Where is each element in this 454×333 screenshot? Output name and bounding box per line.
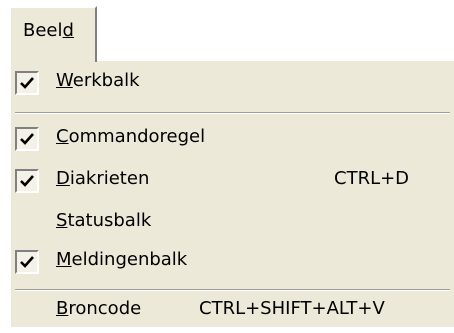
beeld-dropdown-menu: Werkbalk Commandoregel Diakrieten CTRL+D… xyxy=(9,59,454,327)
menu-item-statusbalk[interactable]: Statusbalk xyxy=(11,205,454,245)
checkmark-icon xyxy=(20,133,34,145)
menu-item-shortcut: CTRL+D xyxy=(334,168,410,189)
menu-item-label: Meldingenbalk xyxy=(56,249,188,270)
checkmark-icon xyxy=(20,77,34,89)
menu-item-label: Broncode xyxy=(56,298,142,319)
menu-item-broncode[interactable]: Broncode CTRL+SHIFT+ALT+V xyxy=(11,293,454,333)
checkmark-icon xyxy=(20,175,34,187)
checkbox-commandoregel xyxy=(15,127,39,151)
menu-item-meldingenbalk[interactable]: Meldingenbalk xyxy=(11,244,454,284)
checkbox-meldingenbalk xyxy=(15,250,39,274)
menu-item-label: Statusbalk xyxy=(56,210,152,231)
menu-tab-beeld[interactable]: Beeld xyxy=(9,6,97,62)
menu-separator xyxy=(15,112,450,114)
menu-item-commandoregel[interactable]: Commandoregel xyxy=(11,121,454,161)
menu-item-shortcut: CTRL+SHIFT+ALT+V xyxy=(199,298,385,319)
checkmark-icon xyxy=(20,256,34,268)
menu-item-diakrieten[interactable]: Diakrieten CTRL+D xyxy=(11,163,454,203)
menu-item-label: Commandoregel xyxy=(56,126,206,147)
menu-item-werkbalk[interactable]: Werkbalk xyxy=(11,65,454,105)
checkbox-diakrieten xyxy=(15,169,39,193)
menu-tab-label: Beeld xyxy=(23,20,74,41)
menu-item-label: Diakrieten xyxy=(56,168,150,189)
menu-separator xyxy=(15,289,450,291)
menu-item-label: Werkbalk xyxy=(56,70,140,91)
checkbox-werkbalk xyxy=(15,71,39,95)
